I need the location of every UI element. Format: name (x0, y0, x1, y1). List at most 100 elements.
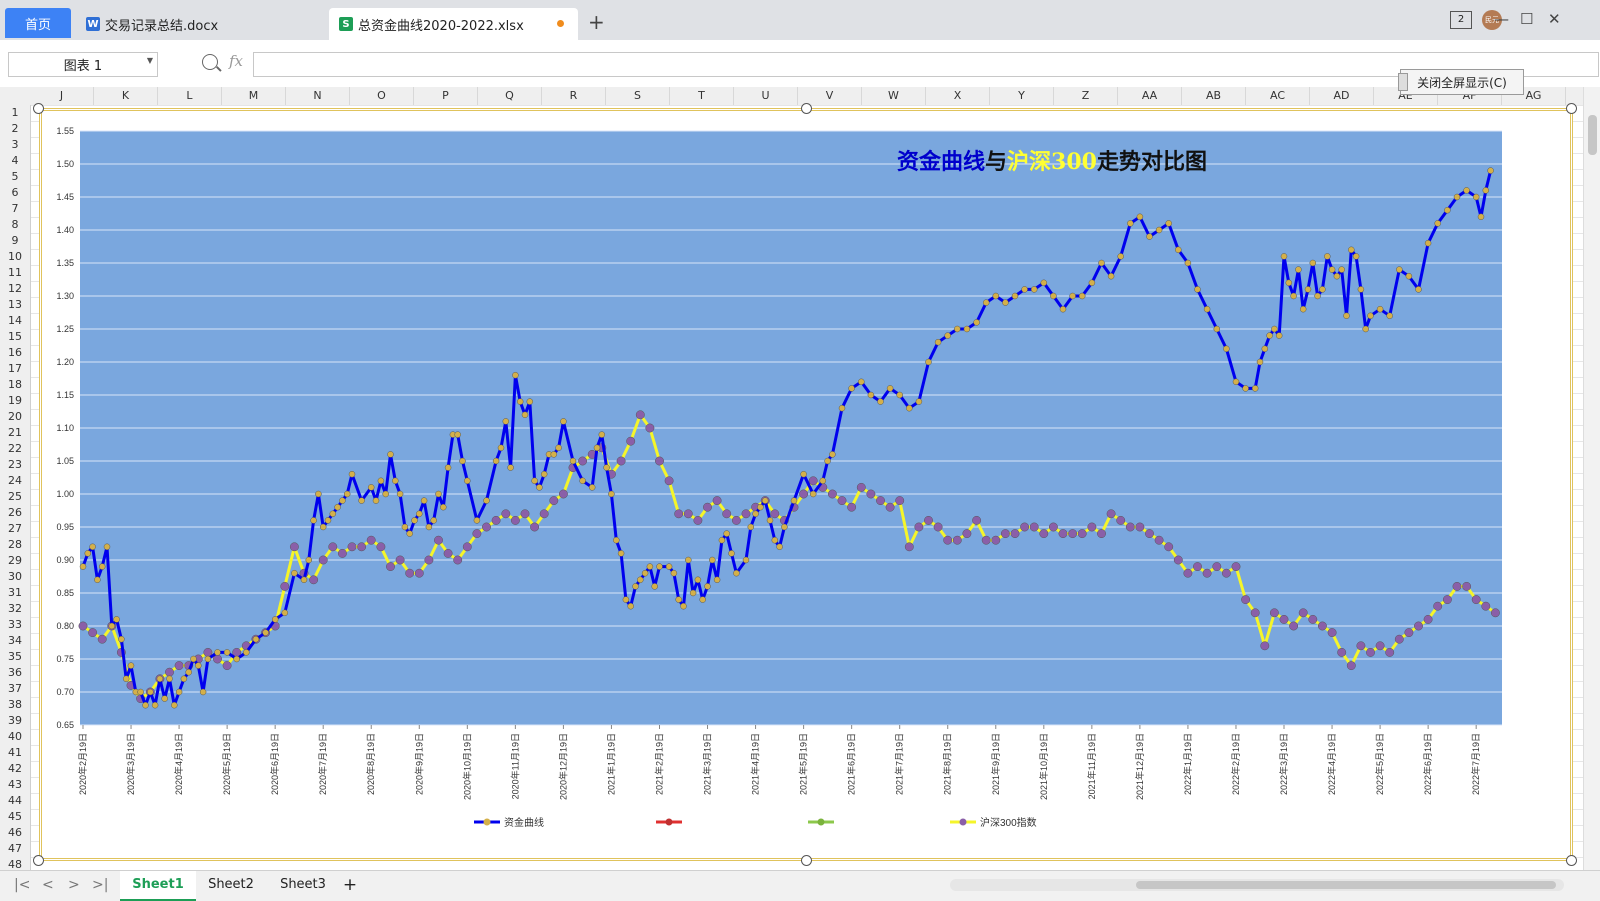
row-header[interactable]: 29 (0, 553, 30, 569)
row-header[interactable]: 39 (0, 713, 30, 729)
row-header[interactable]: 23 (0, 457, 30, 473)
row-header[interactable]: 3 (0, 137, 30, 153)
row-header[interactable]: 17 (0, 361, 30, 377)
column-header[interactable]: AB (1182, 87, 1246, 105)
row-header[interactable]: 10 (0, 249, 30, 265)
sheet-tab-sheet2[interactable]: Sheet2 (196, 871, 266, 899)
name-box[interactable]: 图表 1 ▼ (8, 52, 158, 77)
sheet-tab-sheet3[interactable]: Sheet3 (268, 871, 338, 899)
row-header[interactable]: 47 (0, 841, 30, 857)
row-header[interactable]: 2 (0, 121, 30, 137)
tab-home[interactable]: 首页 (5, 8, 71, 38)
column-header[interactable]: N (286, 87, 350, 105)
column-header[interactable]: K (94, 87, 158, 105)
row-header[interactable]: 25 (0, 489, 30, 505)
close-fullscreen-button[interactable]: 关闭全屏显示(C) (1398, 69, 1524, 95)
row-header[interactable]: 14 (0, 313, 30, 329)
resize-handle[interactable] (33, 855, 44, 866)
close-window-button[interactable]: ✕ (1548, 10, 1561, 28)
column-header[interactable]: W (862, 87, 926, 105)
row-header[interactable]: 1 (0, 105, 30, 121)
row-header[interactable]: 46 (0, 825, 30, 841)
row-header[interactable]: 32 (0, 601, 30, 617)
row-header[interactable]: 4 (0, 153, 30, 169)
row-header[interactable]: 42 (0, 761, 30, 777)
zoom-icon[interactable] (202, 54, 218, 70)
fx-icon[interactable]: fx (229, 52, 243, 70)
row-header[interactable]: 7 (0, 201, 30, 217)
row-header[interactable]: 11 (0, 265, 30, 281)
row-header[interactable]: 40 (0, 729, 30, 745)
row-header[interactable]: 31 (0, 585, 30, 601)
chart-object[interactable]: 0.65 0.70 0.75 0.80 0.85 0.90 0.95 1.00 1.05 1.10… (39, 108, 1573, 861)
row-header[interactable]: 30 (0, 569, 30, 585)
column-header[interactable]: AA (1118, 87, 1182, 105)
add-sheet-button[interactable]: + (338, 871, 362, 899)
minimize-button[interactable]: — (1494, 10, 1509, 28)
column-header[interactable]: M (222, 87, 286, 105)
maximize-button[interactable]: ☐ (1520, 10, 1533, 28)
row-header[interactable]: 12 (0, 281, 30, 297)
column-header[interactable]: X (926, 87, 990, 105)
sheet-tab-sheet1[interactable]: Sheet1 (120, 871, 196, 901)
row-header[interactable]: 13 (0, 297, 30, 313)
horizontal-scrollbar[interactable] (950, 879, 1564, 891)
row-header[interactable]: 34 (0, 633, 30, 649)
row-header[interactable]: 44 (0, 793, 30, 809)
row-header[interactable]: 18 (0, 377, 30, 393)
tab-document-docx[interactable]: W 交易记录总结.docx (76, 8, 324, 40)
row-header[interactable]: 35 (0, 649, 30, 665)
column-header[interactable]: L (158, 87, 222, 105)
row-header[interactable]: 8 (0, 217, 30, 233)
row-header[interactable]: 5 (0, 169, 30, 185)
prev-sheet-icon[interactable]: < (42, 877, 54, 893)
row-header[interactable]: 26 (0, 505, 30, 521)
resize-handle[interactable] (33, 103, 44, 114)
column-header[interactable]: AC (1246, 87, 1310, 105)
column-header[interactable]: Q (478, 87, 542, 105)
row-header[interactable]: 37 (0, 681, 30, 697)
row-header[interactable]: 36 (0, 665, 30, 681)
column-header[interactable]: P (414, 87, 478, 105)
column-header[interactable]: AD (1310, 87, 1374, 105)
row-header[interactable]: 33 (0, 617, 30, 633)
row-header[interactable]: 27 (0, 521, 30, 537)
row-header[interactable]: 28 (0, 537, 30, 553)
scrollbar-thumb[interactable] (1588, 115, 1597, 155)
tab-document-xlsx[interactable]: S 总资金曲线2020-2022.xlsx (329, 8, 578, 40)
resize-handle[interactable] (1566, 103, 1577, 114)
next-sheet-icon[interactable]: > (68, 877, 80, 893)
new-tab-button[interactable]: + (588, 12, 605, 32)
row-header[interactable]: 45 (0, 809, 30, 825)
csi300-index-point (616, 456, 626, 466)
column-header[interactable]: T (670, 87, 734, 105)
scrollbar-thumb[interactable] (1136, 881, 1556, 889)
row-header[interactable]: 38 (0, 697, 30, 713)
chevron-down-icon[interactable]: ▼ (147, 56, 153, 65)
row-header[interactable]: 6 (0, 185, 30, 201)
row-header[interactable]: 15 (0, 329, 30, 345)
first-sheet-icon[interactable]: |< (14, 877, 30, 893)
equity-curve-point (420, 497, 428, 504)
row-header[interactable]: 21 (0, 425, 30, 441)
resize-handle[interactable] (801, 855, 812, 866)
row-header[interactable]: 9 (0, 233, 30, 249)
row-header[interactable]: 16 (0, 345, 30, 361)
window-count-icon[interactable]: 2 (1450, 11, 1472, 29)
vertical-scrollbar[interactable] (1583, 87, 1600, 870)
row-header[interactable]: 19 (0, 393, 30, 409)
column-header[interactable]: S (606, 87, 670, 105)
row-header[interactable]: 41 (0, 745, 30, 761)
column-header[interactable]: O (350, 87, 414, 105)
last-sheet-icon[interactable]: >| (92, 877, 108, 893)
row-header[interactable]: 43 (0, 777, 30, 793)
column-header[interactable]: U (734, 87, 798, 105)
row-header[interactable]: 22 (0, 441, 30, 457)
column-header[interactable]: Z (1054, 87, 1118, 105)
row-header[interactable]: 20 (0, 409, 30, 425)
column-header[interactable]: R (542, 87, 606, 105)
resize-handle[interactable] (801, 103, 812, 114)
row-header[interactable]: 24 (0, 473, 30, 489)
resize-handle[interactable] (1566, 855, 1577, 866)
column-header[interactable]: Y (990, 87, 1054, 105)
